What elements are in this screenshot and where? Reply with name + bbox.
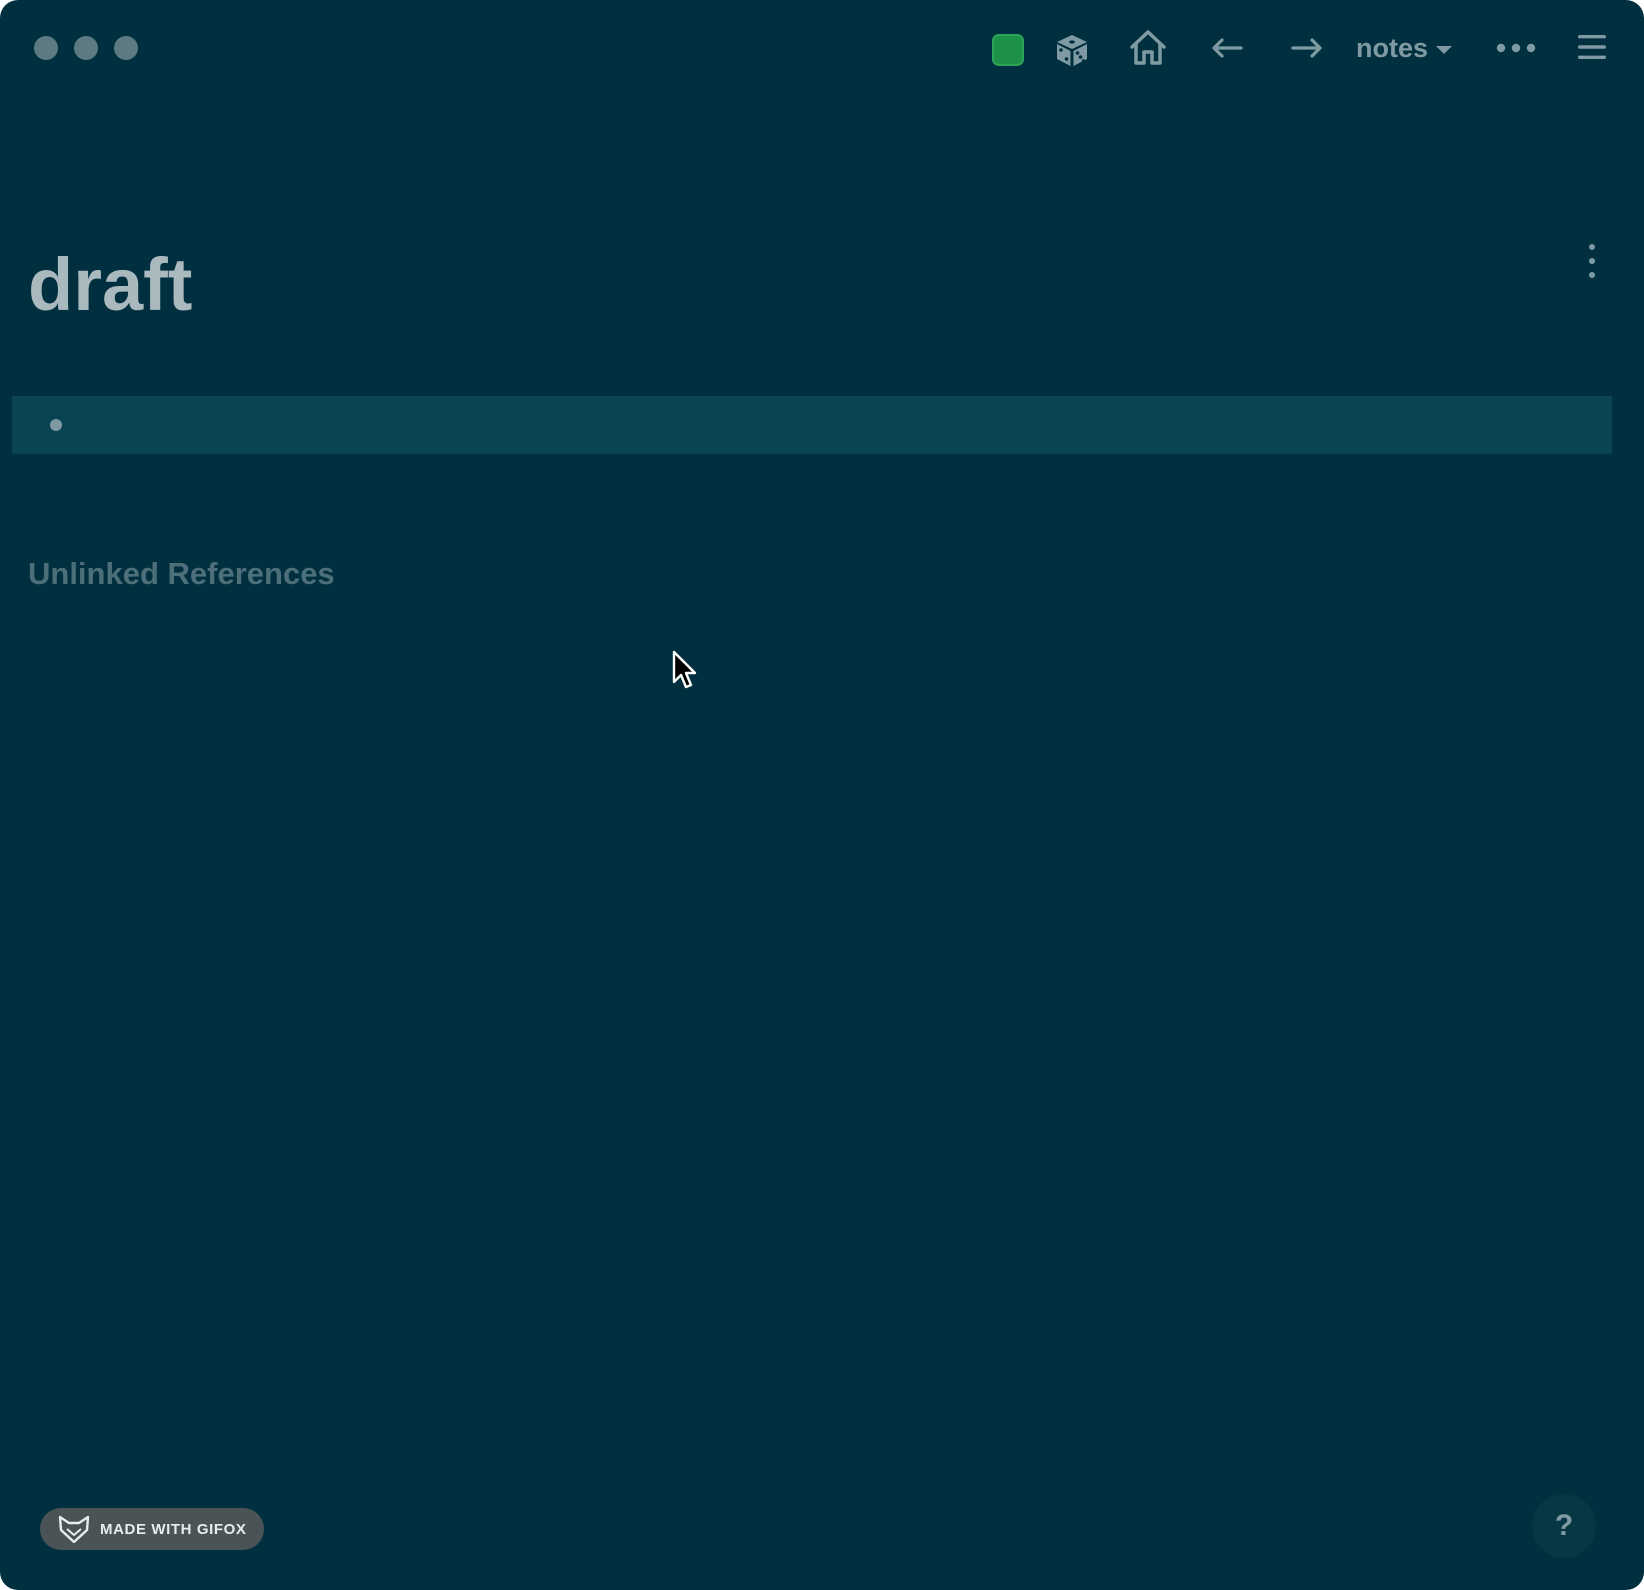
more-horizontal-icon[interactable]	[1496, 40, 1536, 56]
minimize-window-button[interactable]	[74, 36, 98, 60]
unlinked-references-heading[interactable]: Unlinked References	[28, 556, 335, 592]
help-button[interactable]: ?	[1532, 1494, 1596, 1558]
dot-icon	[1589, 244, 1595, 250]
block-bullet-icon[interactable]	[50, 419, 62, 431]
dot-icon	[1589, 258, 1595, 264]
gifox-watermark: MADE WITH GIFOX	[40, 1508, 264, 1550]
page-title[interactable]: draft	[28, 248, 192, 322]
dice-icon[interactable]	[1054, 32, 1090, 68]
hamburger-menu-icon[interactable]	[1576, 32, 1608, 62]
sync-status-indicator[interactable]	[992, 34, 1024, 66]
help-label: ?	[1554, 1509, 1574, 1542]
mouse-pointer-icon	[672, 650, 697, 689]
watermark-text: MADE WITH GIFOX	[100, 1520, 247, 1538]
arrow-left-icon[interactable]	[1210, 34, 1244, 62]
dot-icon	[1589, 272, 1595, 278]
fox-logo-icon	[58, 1515, 90, 1543]
app-window: notes draft Unlinked References MADE WIT…	[0, 0, 1644, 1590]
page-options-menu-button[interactable]	[1582, 244, 1602, 278]
graph-selector-dropdown[interactable]: notes	[1356, 28, 1453, 68]
close-window-button[interactable]	[34, 36, 58, 60]
chevron-down-icon	[1436, 46, 1453, 54]
window-controls	[34, 36, 138, 60]
editor-block[interactable]	[12, 396, 1612, 454]
home-icon[interactable]	[1128, 28, 1168, 68]
arrow-right-icon[interactable]	[1290, 34, 1324, 62]
graph-selector-label: notes	[1356, 32, 1429, 63]
zoom-window-button[interactable]	[114, 36, 138, 60]
